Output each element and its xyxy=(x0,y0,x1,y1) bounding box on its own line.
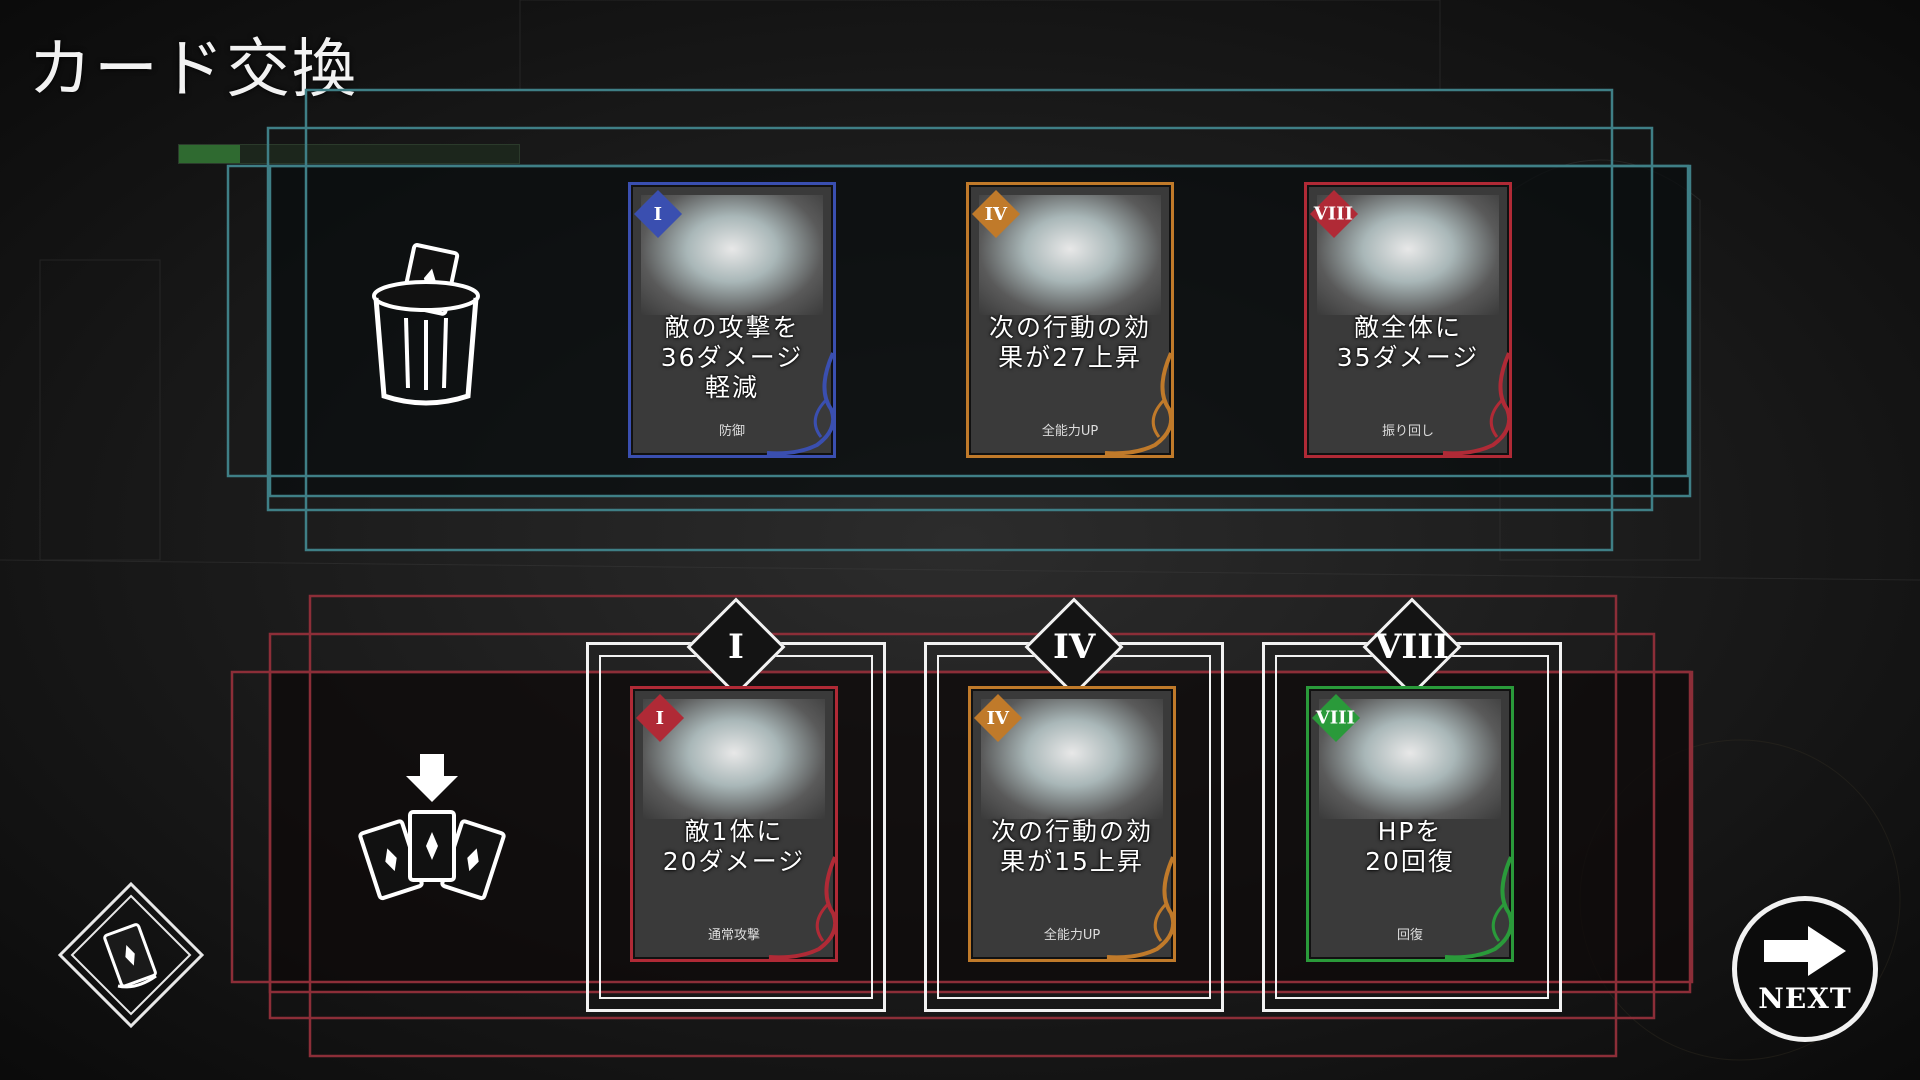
card-rank-numeral: IV xyxy=(986,707,1010,729)
trash-can-with-card-icon xyxy=(372,243,480,406)
deck-diamond-icon xyxy=(57,881,205,1029)
arrow-right-icon xyxy=(1764,925,1846,976)
card-ornament xyxy=(1444,856,1511,959)
card-ornament xyxy=(1442,352,1509,455)
skill-card[interactable]: VIII 敵全体に 35ダメージ 振り回し xyxy=(1304,182,1512,458)
card-rank-numeral: IV xyxy=(984,203,1008,225)
slot-rank-numeral: IV xyxy=(1052,626,1096,667)
slot-rank-numeral: VIII xyxy=(1374,627,1450,667)
slot-rank-numeral: I xyxy=(728,627,744,667)
draw-cards-icon xyxy=(358,754,506,901)
card-rank-numeral: I xyxy=(655,707,665,729)
next-button[interactable]: NEXT xyxy=(1732,896,1878,1042)
skill-card[interactable]: I 敵の攻撃を 36ダメージ 軽減 防御 xyxy=(628,182,836,458)
card-ornament xyxy=(766,352,833,455)
skill-card[interactable]: I 敵1体に 20ダメージ 通常攻撃 xyxy=(630,686,838,962)
card-ornament xyxy=(768,856,835,959)
card-ornament xyxy=(1106,856,1173,959)
skill-card[interactable]: VIII HPを 20回復 回復 xyxy=(1306,686,1514,962)
card-rank-numeral: I xyxy=(653,203,663,225)
card-rank-numeral: VIII xyxy=(1314,203,1354,225)
deck-button[interactable] xyxy=(56,880,206,1030)
next-button-label: NEXT xyxy=(1758,981,1852,1015)
skill-card[interactable]: IV 次の行動の効 果が27上昇 全能力UP xyxy=(966,182,1174,458)
card-rank-numeral: VIII xyxy=(1316,707,1356,729)
card-ornament xyxy=(1104,352,1171,455)
skill-card[interactable]: IV 次の行動の効 果が15上昇 全能力UP xyxy=(968,686,1176,962)
